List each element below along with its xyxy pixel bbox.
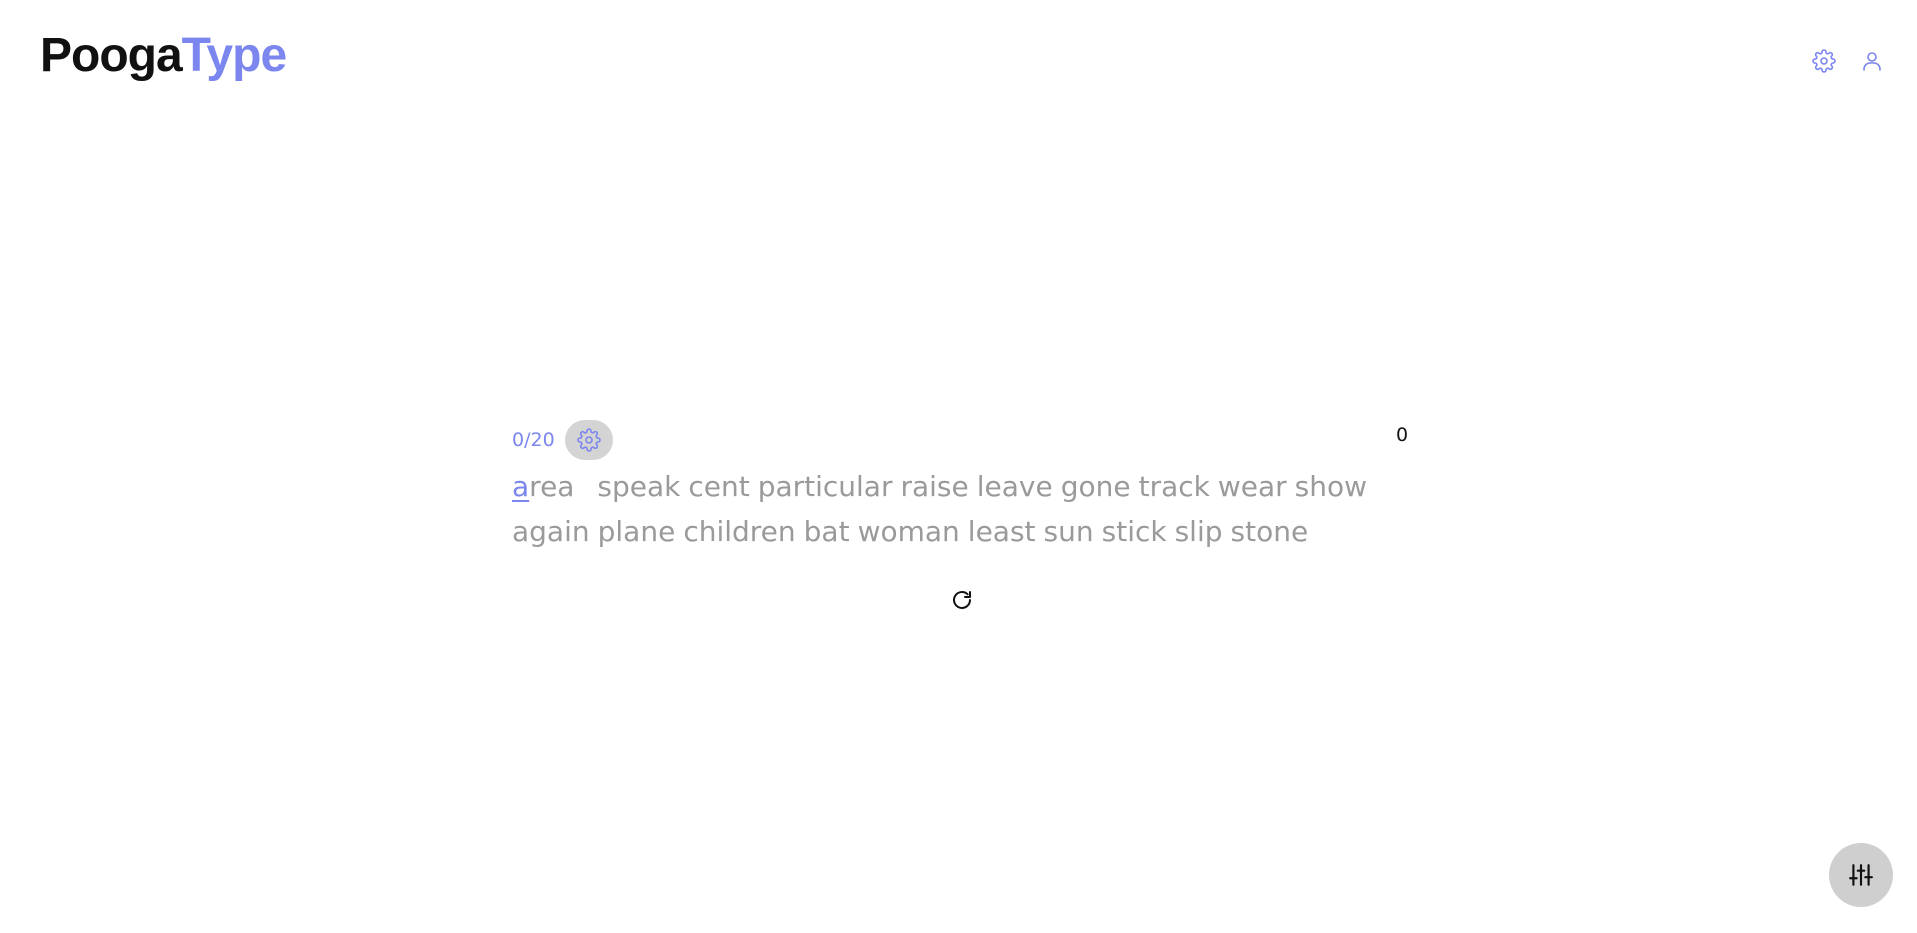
account-button[interactable] [1859,48,1885,74]
restart-button[interactable] [948,586,976,614]
word-list[interactable]: area speak cent particular raise leave gone tr… [512,464,1392,554]
word: woman [857,515,960,548]
word: raise [900,470,969,503]
refresh-icon [953,591,971,609]
word: speak [597,470,681,503]
typing-test: 0/20 0 area speak cent particular raise leav… [512,420,1412,554]
gear-icon [1812,49,1836,73]
word: leave [976,470,1053,503]
word: gone [1060,470,1131,503]
word: show [1294,470,1368,503]
word-counter: 0/20 [512,429,555,451]
settings-button[interactable] [1811,48,1837,74]
word: cent [688,470,750,503]
header-actions [1811,48,1885,74]
sliders-icon [1849,864,1873,886]
logo-part2: Type [181,29,287,82]
word: least [967,515,1036,548]
word: particular [757,470,893,503]
test-settings-button[interactable] [564,420,613,460]
word: plane [597,515,676,548]
word: sun [1043,515,1094,548]
current-char: a [512,470,530,503]
logo[interactable]: PoogaType [40,29,287,82]
word: stick [1101,515,1167,548]
word-current: area [512,464,574,509]
word: track [1138,470,1210,503]
word: slip [1174,515,1223,548]
word: stone [1230,515,1309,548]
test-meta: 0/20 [512,420,1412,460]
adjustments-button[interactable] [1829,843,1893,907]
word: children [683,515,796,548]
gear-icon [576,428,601,452]
logo-part1: Pooga [40,29,183,82]
page: PoogaType 0/20 0 area speak cent particu… [0,0,1917,933]
word: bat [803,515,850,548]
current-word-rest: rea [529,470,575,503]
word: again [512,515,590,548]
word: wear [1217,470,1287,503]
wpm-counter: 0 [1396,424,1409,446]
user-icon [1863,52,1881,71]
